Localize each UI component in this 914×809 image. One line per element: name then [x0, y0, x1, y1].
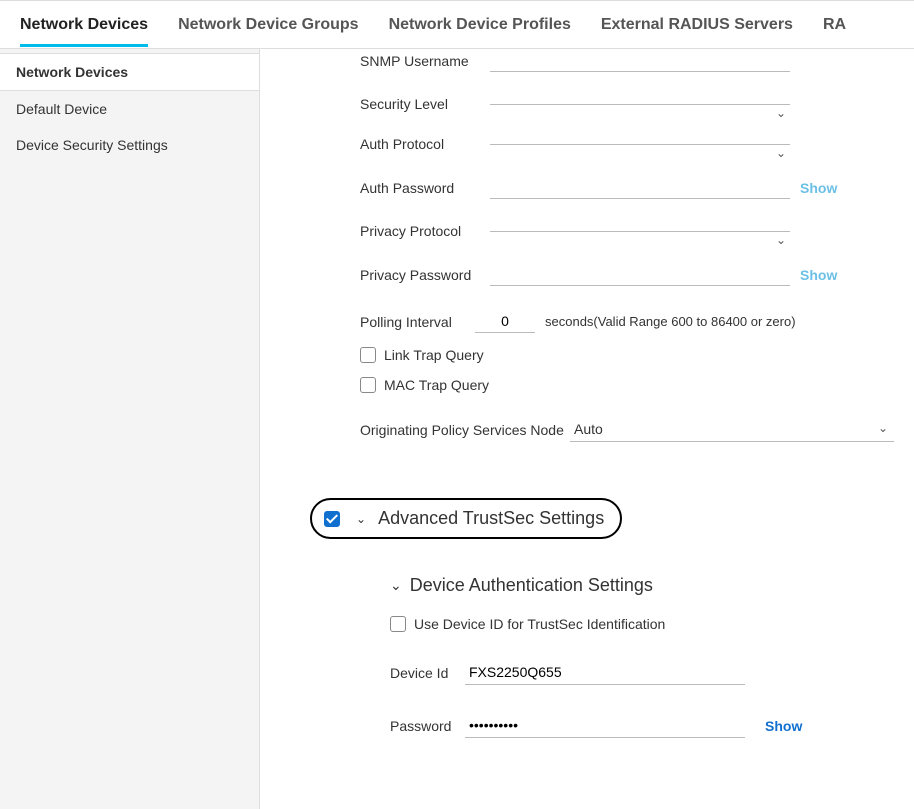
show-privacy-password[interactable]: Show: [800, 267, 837, 283]
select-security-level[interactable]: ⌄: [490, 104, 790, 105]
sidebar-item-default-device[interactable]: Default Device: [0, 91, 259, 127]
row-mac-trap-query: MAC Trap Query: [360, 377, 894, 393]
sidebar: Network Devices Default Device Device Se…: [0, 49, 260, 809]
checkbox-use-device-id[interactable]: [390, 616, 406, 632]
label-device-id: Device Id: [390, 665, 465, 681]
layout: Network Devices Default Device Device Se…: [0, 49, 914, 809]
chevron-down-icon: ⌄: [776, 233, 786, 247]
label-link-trap-query: Link Trap Query: [384, 347, 484, 363]
show-auth-password[interactable]: Show: [800, 180, 837, 196]
label-mac-trap-query: MAC Trap Query: [384, 377, 489, 393]
label-polling-interval: Polling Interval: [360, 314, 475, 330]
input-device-id[interactable]: [465, 660, 745, 685]
chevron-down-icon: ⌄: [356, 512, 366, 526]
row-snmp-username: SNMP Username: [280, 49, 894, 72]
header-advanced-trustsec: Advanced TrustSec Settings: [378, 508, 604, 529]
checkbox-mac-trap-query[interactable]: [360, 377, 376, 393]
select-auth-protocol[interactable]: ⌄: [490, 144, 790, 145]
row-trustsec-password: Password Show: [390, 713, 894, 738]
chevron-down-icon: ⌄: [776, 106, 786, 120]
input-auth-password[interactable]: [490, 176, 790, 199]
row-security-level: Security Level ⌄: [280, 96, 894, 112]
label-use-device-id: Use Device ID for TrustSec Identificatio…: [414, 616, 665, 632]
tab-network-device-groups[interactable]: Network Device Groups: [178, 4, 359, 46]
label-originating-psn: Originating Policy Services Node: [360, 422, 570, 438]
label-privacy-protocol: Privacy Protocol: [360, 223, 490, 239]
chevron-down-icon: ⌄: [878, 421, 888, 435]
select-originating-psn[interactable]: Auto ⌄: [570, 417, 894, 442]
input-polling-interval[interactable]: [475, 310, 535, 333]
checkbox-advanced-trustsec[interactable]: [324, 511, 340, 527]
tab-network-devices[interactable]: Network Devices: [20, 4, 148, 46]
sidebar-item-network-devices[interactable]: Network Devices: [0, 53, 259, 91]
row-auth-password: Auth Password Show: [280, 176, 894, 199]
content: SNMP Username Security Level ⌄ Auth Prot…: [260, 49, 914, 809]
row-auth-protocol: Auth Protocol ⌄: [280, 136, 894, 152]
row-device-id: Device Id: [390, 660, 894, 685]
input-snmp-username[interactable]: [490, 49, 790, 72]
row-use-device-id: Use Device ID for TrustSec Identificatio…: [390, 616, 894, 632]
value-originating-psn: Auto: [574, 421, 603, 437]
label-trustsec-password: Password: [390, 718, 465, 734]
chevron-down-icon: ⌄: [390, 577, 402, 594]
tab-external-radius-servers[interactable]: External RADIUS Servers: [601, 4, 793, 46]
row-privacy-protocol: Privacy Protocol ⌄: [280, 223, 894, 239]
checkbox-link-trap-query[interactable]: [360, 347, 376, 363]
row-polling-interval: Polling Interval seconds(Valid Range 600…: [280, 310, 894, 333]
tab-network-device-profiles[interactable]: Network Device Profiles: [389, 4, 571, 46]
label-auth-protocol: Auth Protocol: [360, 136, 490, 152]
input-trustsec-password[interactable]: [465, 713, 745, 738]
label-security-level: Security Level: [360, 96, 490, 112]
label-privacy-password: Privacy Password: [360, 267, 490, 283]
row-privacy-password: Privacy Password Show: [280, 263, 894, 286]
chevron-down-icon: ⌄: [776, 146, 786, 160]
help-polling-interval: seconds(Valid Range 600 to 86400 or zero…: [545, 314, 796, 329]
header-device-auth-settings: Device Authentication Settings: [410, 575, 653, 596]
input-privacy-password[interactable]: [490, 263, 790, 286]
section-device-auth-settings[interactable]: ⌄ Device Authentication Settings: [390, 575, 894, 596]
select-privacy-protocol[interactable]: ⌄: [490, 231, 790, 232]
row-link-trap-query: Link Trap Query: [360, 347, 894, 363]
tab-partial[interactable]: RA: [823, 4, 846, 46]
label-auth-password: Auth Password: [360, 180, 490, 196]
row-originating-psn: Originating Policy Services Node Auto ⌄: [360, 417, 894, 442]
show-trustsec-password[interactable]: Show: [765, 718, 802, 734]
section-advanced-trustsec[interactable]: ⌄ Advanced TrustSec Settings: [310, 498, 622, 539]
top-tabs: Network Devices Network Device Groups Ne…: [0, 1, 914, 49]
sidebar-item-device-security-settings[interactable]: Device Security Settings: [0, 127, 259, 163]
label-snmp-username: SNMP Username: [360, 53, 490, 69]
